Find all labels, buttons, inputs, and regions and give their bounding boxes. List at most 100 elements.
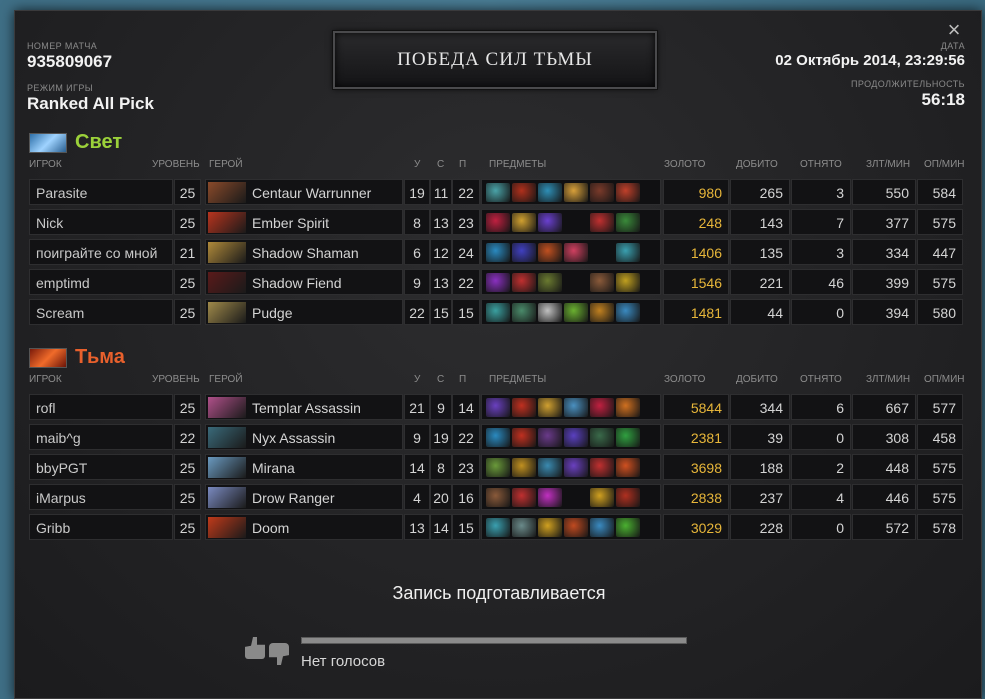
item-icon[interactable] — [538, 243, 562, 262]
item-icon[interactable] — [564, 458, 588, 477]
col-gold: ЗОЛОТО — [664, 374, 706, 385]
hero-portrait-icon[interactable] — [208, 212, 246, 233]
item-icon[interactable] — [538, 273, 562, 292]
item-icon[interactable] — [616, 303, 640, 322]
item-icon[interactable] — [538, 303, 562, 322]
item-icon[interactable] — [564, 518, 588, 537]
hero-portrait-icon[interactable] — [208, 517, 246, 538]
hero-portrait-icon[interactable] — [208, 182, 246, 203]
item-icon[interactable] — [590, 458, 614, 477]
item-icon[interactable] — [616, 273, 640, 292]
item-icon[interactable] — [590, 303, 614, 322]
item-icon[interactable] — [616, 243, 640, 262]
hero-name: Templar Assassin — [205, 394, 403, 420]
item-icon[interactable] — [512, 213, 536, 232]
item-icon[interactable] — [616, 488, 640, 507]
player-row[interactable]: Gribb 25 Doom 13 14 15 3029 228 0 572 578 — [29, 514, 963, 540]
kills: 6 — [404, 239, 430, 265]
hero-portrait-icon[interactable] — [208, 487, 246, 508]
item-icon[interactable] — [538, 398, 562, 417]
item-icon[interactable] — [590, 488, 614, 507]
item-icon[interactable] — [538, 428, 562, 447]
hero-portrait-icon[interactable] — [208, 457, 246, 478]
item-icon[interactable] — [486, 488, 510, 507]
thumbs-up-icon[interactable] — [245, 637, 265, 659]
kills: 8 — [404, 209, 430, 235]
kills: 22 — [404, 299, 430, 325]
item-icon[interactable] — [616, 183, 640, 202]
radiant-header: Свет — [29, 131, 122, 154]
item-icon[interactable] — [486, 303, 510, 322]
item-icon[interactable] — [512, 458, 536, 477]
item-icon[interactable] — [512, 428, 536, 447]
deaths: 14 — [430, 514, 452, 540]
player-row[interactable]: поиграйте со мной 21 Shadow Shaman 6 12 24 140… — [29, 239, 963, 265]
col-xpm: ОП/МИН — [924, 374, 965, 385]
match-details-panel: × НОМЕР МАТЧА 935809067 РЕЖИМ ИГРЫ Ranke… — [14, 10, 982, 699]
item-icon[interactable] — [616, 428, 640, 447]
item-icon[interactable] — [616, 518, 640, 537]
player-row[interactable]: bbyPGT 25 Mirana 14 8 23 3698 188 2 448 575 — [29, 454, 963, 480]
item-icon[interactable] — [486, 518, 510, 537]
item-icon[interactable] — [486, 243, 510, 262]
item-icon[interactable] — [512, 398, 536, 417]
item-icon[interactable] — [512, 303, 536, 322]
item-icon[interactable] — [512, 183, 536, 202]
player-row[interactable]: Nick 25 Ember Spirit 8 13 23 248 143 7 377 575 — [29, 209, 963, 235]
player-row[interactable]: Parasite 25 Centaur Warrunner 19 11 22 980 265 3… — [29, 179, 963, 205]
item-icon[interactable] — [538, 183, 562, 202]
item-icon[interactable] — [512, 518, 536, 537]
player-row[interactable]: maib^g 22 Nyx Assassin 9 19 22 2381 39 0 308 458 — [29, 424, 963, 450]
item-icon[interactable] — [538, 518, 562, 537]
item-slots — [481, 454, 661, 480]
hero-portrait-icon[interactable] — [208, 242, 246, 263]
item-icon[interactable] — [538, 458, 562, 477]
item-icon[interactable] — [486, 273, 510, 292]
thumbs-down-icon[interactable] — [269, 643, 289, 665]
hero-portrait-icon[interactable] — [208, 272, 246, 293]
item-icon[interactable] — [486, 398, 510, 417]
item-icon[interactable] — [486, 458, 510, 477]
item-icon[interactable] — [486, 213, 510, 232]
item-icon[interactable] — [538, 488, 562, 507]
player-row[interactable]: iMarpus 25 Drow Ranger 4 20 16 2838 237 4 446 575 — [29, 484, 963, 510]
item-icon[interactable] — [538, 213, 562, 232]
item-icon[interactable] — [512, 243, 536, 262]
item-icon[interactable] — [486, 428, 510, 447]
item-icon[interactable] — [512, 273, 536, 292]
item-icon[interactable] — [590, 398, 614, 417]
kills: 9 — [404, 269, 430, 295]
item-icon[interactable] — [564, 183, 588, 202]
item-icon[interactable] — [512, 488, 536, 507]
item-icon[interactable] — [616, 458, 640, 477]
player-row[interactable]: Scream 25 Pudge 22 15 15 1481 44 0 394 580 — [29, 299, 963, 325]
last-hits: 188 — [730, 454, 790, 480]
item-icon[interactable] — [616, 398, 640, 417]
close-icon[interactable]: × — [943, 19, 965, 41]
col-gpm: ЗЛТ/МИН — [866, 159, 911, 170]
item-icon[interactable] — [590, 428, 614, 447]
hero-portrait-icon[interactable] — [208, 302, 246, 323]
player-row[interactable]: rofl 25 Templar Assassin 21 9 14 5844 344 6 667 57… — [29, 394, 963, 420]
item-icon[interactable] — [564, 303, 588, 322]
hero-portrait-icon[interactable] — [208, 427, 246, 448]
item-icon[interactable] — [590, 213, 614, 232]
assists: 24 — [452, 239, 480, 265]
hero-name: Nyx Assassin — [205, 424, 403, 450]
xp-per-min: 577 — [917, 394, 963, 420]
item-icon[interactable] — [486, 183, 510, 202]
item-icon[interactable] — [564, 243, 588, 262]
item-icon[interactable] — [590, 273, 614, 292]
player-level: 25 — [174, 514, 201, 540]
item-icon[interactable] — [564, 398, 588, 417]
gold: 3698 — [663, 454, 729, 480]
item-icon[interactable] — [616, 213, 640, 232]
item-icon[interactable] — [590, 518, 614, 537]
item-icon[interactable] — [590, 183, 614, 202]
item-icon[interactable] — [564, 428, 588, 447]
hero-portrait-icon[interactable] — [208, 397, 246, 418]
player-row[interactable]: emptimd 25 Shadow Fiend 9 13 22 1546 221 46 399 57… — [29, 269, 963, 295]
item-slots — [481, 209, 661, 235]
col-level: УРОВЕНЬ — [152, 159, 200, 170]
xp-per-min: 575 — [917, 454, 963, 480]
